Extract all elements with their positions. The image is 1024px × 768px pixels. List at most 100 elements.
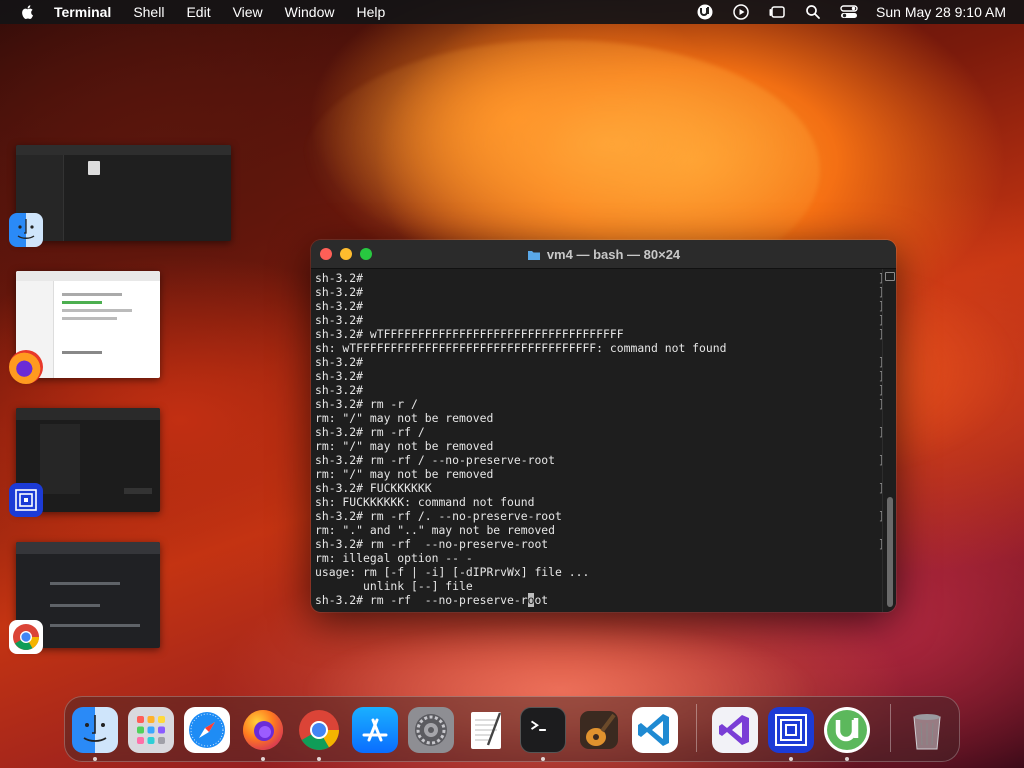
terminal-line: rm: "/" may not be removed [315,467,882,481]
terminal-line-text: sh-3.2# [315,285,364,299]
play-status-icon[interactable] [732,3,750,21]
terminal-line-text: sh-3.2# wTFFFFFFFFFFFFFFFFFFFFFFFFFFFFFF… [315,327,624,341]
terminal-line: sh-3.2# FUCKKKKKK] [315,481,882,495]
terminal-line-text: sh: FUCKKKKKK: command not found [315,495,535,509]
terminal-line-text: sh-3.2# rm -rf /. --no-preserve-root [315,509,562,523]
thumbnail-text [50,582,120,585]
thumbnail-text [62,293,122,296]
terminal-line: sh-3.2# rm -rf --no-preserve-root] [315,537,882,551]
file-icon [88,161,100,175]
terminal-line-text: sh-3.2# rm -rf / --no-preserve-root [315,453,556,467]
app-store-icon[interactable] [352,707,398,753]
terminal-line-text: usage: rm [-f | -i] [-dIPRrvWx] file ... [315,565,590,579]
thumbnail-list [40,424,80,494]
terminal-line-text: sh-3.2# rm -r / [315,397,418,411]
terminal-line: rm: "." and ".." may not be removed [315,523,882,537]
spotlight-search-icon[interactable] [804,3,822,21]
terminal-output[interactable]: sh-3.2#]sh-3.2#]sh-3.2#]sh-3.2#]sh-3.2# … [311,269,882,612]
terminal-line: sh-3.2# rm -r /] [315,397,882,411]
terminal-line: sh-3.2# rm -rf /. --no-preserve-root] [315,509,882,523]
garageband-icon[interactable] [576,707,622,753]
running-indicator-finder [93,757,97,761]
terminal-window[interactable]: vm4 — bash — 80×24 sh-3.2#]sh-3.2#]sh-3.… [311,240,896,612]
terminal-line-text: sh-3.2# rm -rf --no-preserve-root [315,537,549,551]
firefox-icon [9,350,43,384]
menu-help[interactable]: Help [356,4,385,20]
terminal-line-text: sh-3.2# [315,299,364,313]
thumbnail-text [62,351,102,354]
thumbnail-toolbar [16,145,231,155]
prompt-text: sh-3.2# rm -rf --no-preserve-r [315,593,528,607]
menu-shell[interactable]: Shell [133,4,164,20]
apple-logo-icon[interactable] [20,4,36,20]
terminal-line-text: sh-3.2# [315,383,364,397]
terminal-line: sh-3.2#] [315,285,882,299]
terminal-line: rm: "/" may not be removed [315,439,882,453]
terminal-line: unlink [--] file [315,579,882,593]
thumbnail-text [50,604,100,607]
terminal-line: sh-3.2#] [315,313,882,327]
dock-separator [696,704,697,752]
menu-edit[interactable]: Edit [186,4,210,20]
utorrent-icon[interactable] [822,705,872,755]
terminal-titlebar[interactable]: vm4 — bash — 80×24 [311,240,896,269]
textedit-icon[interactable] [464,707,510,753]
terminal-line-text: rm: "/" may not be removed [315,467,494,481]
terminal-line-text: sh-3.2# FUCKKKKKK [315,481,432,495]
running-indicator-utorrent [845,757,849,761]
visual-studio-icon[interactable] [712,707,758,753]
finder-icon[interactable] [72,707,118,753]
finder-icon [9,213,43,247]
thumbnail-text [62,309,132,312]
running-indicator-firefox [261,757,265,761]
scrollbar-thumb[interactable] [887,497,893,607]
terminal-line: sh-3.2#] [315,299,882,313]
terminal-line: sh-3.2# rm -rf / --no-preserve-root] [315,453,882,467]
launchpad-icon[interactable] [128,707,174,753]
terminal-line-text: sh-3.2# rm -rf / [315,425,425,439]
terminal-line: sh-3.2#] [315,271,882,285]
terminal-line: usage: rm [-f | -i] [-dIPRrvWx] file ... [315,565,882,579]
vscode-icon[interactable] [632,707,678,753]
split-pane-icon[interactable] [885,272,895,281]
thumbnail-button [124,488,152,494]
terminal-line-text: rm: illegal option -- - [315,551,473,565]
menu-window[interactable]: Window [285,4,335,20]
terminal-line: rm: illegal option -- - [315,551,882,565]
window-title-text: vm4 — bash — 80×24 [546,247,681,262]
thumbnail-text [50,624,140,627]
thumbnail-toolbar [16,408,160,420]
chrome-icon[interactable] [296,707,342,753]
terminal-line: sh: wTFFFFFFFFFFFFFFFFFFFFFFFFFFFFFFFFFF… [315,341,882,355]
terminal-icon[interactable] [520,707,566,753]
stage-manager-icon[interactable] [768,3,786,21]
thumbnail-text [62,301,102,304]
thumbnail-tabbar [16,542,160,554]
terminal-line: sh-3.2# wTFFFFFFFFFFFFFFFFFFFFFFFFFFFFFF… [315,327,882,341]
terminal-line-text: unlink [--] file [315,579,473,593]
terminal-prompt-line[interactable]: sh-3.2# rm -rf --no-preserve-root [315,593,882,607]
dock-separator [890,704,891,752]
settings-icon[interactable] [408,707,454,753]
running-indicator-utm [789,757,793,761]
chrome-icon [9,620,43,654]
menu-bar-extras: Sun May 28 9:10 AM [696,0,1006,24]
terminal-line: sh-3.2# rm -rf /] [315,425,882,439]
safari-icon[interactable] [184,707,230,753]
terminal-scrollbar[interactable] [882,269,896,612]
trash-icon[interactable] [904,707,950,753]
menu-view[interactable]: View [233,4,263,20]
utm-icon[interactable] [768,707,814,753]
terminal-line: sh-3.2#] [315,369,882,383]
stage-thumbnail-finder[interactable] [16,145,231,241]
control-center-icon[interactable] [840,3,858,21]
terminal-line-text: sh: wTFFFFFFFFFFFFFFFFFFFFFFFFFFFFFFFFFF… [315,341,727,355]
window-title: vm4 — bash — 80×24 [311,240,896,269]
utorrent-status-icon[interactable] [696,3,714,21]
firefox-icon[interactable] [240,707,286,753]
menu-clock[interactable]: Sun May 28 9:10 AM [876,4,1006,20]
thumbnail-tabbar [16,271,160,281]
terminal-line-text: sh-3.2# [315,271,364,285]
menu-app-name[interactable]: Terminal [54,4,111,20]
running-indicator-terminal [541,757,545,761]
